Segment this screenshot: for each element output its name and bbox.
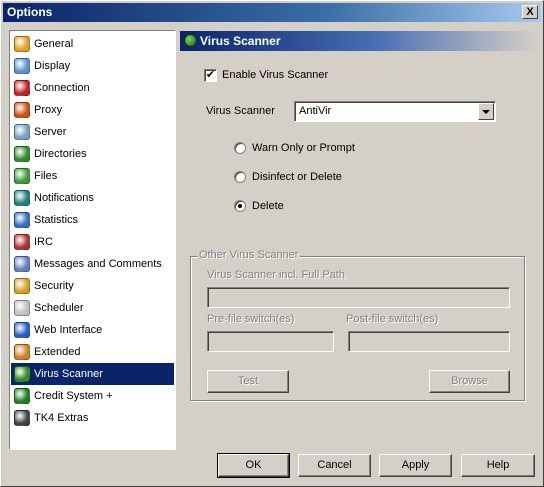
sidebar-item-credit-system[interactable]: Credit System +	[11, 385, 174, 407]
options-category-list: General Display Connection Proxy Server Direc…	[9, 30, 176, 450]
sidebar-item-label: Notifications	[34, 192, 94, 204]
sidebar-item-files[interactable]: Files	[11, 165, 174, 187]
pre-file-switch-field[interactable]	[207, 331, 334, 352]
virus-scanner-label: Virus Scanner	[206, 105, 275, 117]
irc-icon	[14, 234, 30, 250]
enable-virus-scanner-checkbox[interactable]: ✔	[204, 69, 217, 82]
sidebar-item-label: General	[34, 38, 74, 50]
sidebar-item-label: Credit System +	[34, 390, 113, 402]
sidebar-item-label: Messages and Comments	[34, 258, 162, 270]
options-window: Options X General Display Connection Proxy S…	[0, 0, 544, 487]
sidebar-item-web-interface[interactable]: Web Interface	[11, 319, 174, 341]
post-file-switch-label: Post-file switch(es)	[346, 313, 439, 325]
close-icon: X	[526, 6, 534, 18]
scanner-path-label: Virus Scanner incl. Full Path	[207, 269, 345, 281]
sidebar-item-label: Security	[34, 280, 74, 292]
sidebar-item-server[interactable]: Server	[11, 121, 174, 143]
sidebar-item-label: Directories	[34, 148, 87, 160]
sidebar-item-extended[interactable]: Extended	[11, 341, 174, 363]
sidebar-item-messages-and-comments[interactable]: Messages and Comments	[11, 253, 174, 275]
radio-disinfect-or-delete-label: Disinfect or Delete	[252, 171, 342, 183]
apply-button[interactable]: Apply	[379, 454, 452, 477]
sidebar-item-general[interactable]: General	[11, 33, 174, 55]
sidebar-item-scheduler[interactable]: Scheduler	[11, 297, 174, 319]
checkmark-icon: ✔	[205, 69, 216, 81]
folder-icon	[14, 146, 30, 162]
sidebar-item-label: Files	[34, 170, 58, 182]
browse-button[interactable]: Browse	[429, 370, 510, 393]
chevron-down-icon[interactable]	[478, 103, 494, 120]
credit-icon	[14, 388, 30, 404]
cancel-button[interactable]: Cancel	[298, 454, 371, 477]
sidebar-item-statistics[interactable]: Statistics	[11, 209, 174, 231]
panel-title: Virus Scanner	[200, 34, 281, 48]
plug-icon	[14, 80, 30, 96]
virus-scanner-icon	[14, 366, 30, 382]
sidebar-item-label: Scheduler	[34, 302, 84, 314]
sidebar-item-tk4-extras[interactable]: TK4 Extras	[11, 407, 174, 429]
notification-icon	[14, 190, 30, 206]
sidebar-item-virus-scanner[interactable]: Virus Scanner	[11, 363, 174, 385]
sidebar-item-label: Statistics	[34, 214, 79, 226]
radio-warn-only-label: Warn Only or Prompt	[252, 142, 355, 154]
extras-icon	[14, 410, 30, 426]
sidebar-item-label: Connection	[34, 82, 90, 94]
sidebar-item-directories[interactable]: Directories	[11, 143, 174, 165]
sidebar-item-label: Server	[34, 126, 67, 138]
panel-header: Virus Scanner	[180, 31, 538, 51]
extended-icon	[14, 344, 30, 360]
sidebar-item-notifications[interactable]: Notifications	[11, 187, 174, 209]
sidebar-item-connection[interactable]: Connection	[11, 77, 174, 99]
radio-delete[interactable]	[234, 200, 246, 212]
title-bar: Options X	[3, 3, 541, 22]
server-icon	[14, 124, 30, 140]
sidebar-item-label: IRC	[34, 236, 53, 248]
radio-disinfect-or-delete[interactable]	[234, 171, 246, 183]
sidebar-item-label: Virus Scanner	[34, 368, 103, 380]
window-title: Options	[7, 5, 53, 19]
statistics-icon	[14, 212, 30, 228]
calendar-icon	[14, 300, 30, 316]
files-icon	[14, 168, 30, 184]
sidebar-item-proxy[interactable]: Proxy	[11, 99, 174, 121]
test-button[interactable]: Test	[207, 370, 289, 393]
other-virus-scanner-legend: Other Virus Scanner	[197, 249, 301, 261]
globe-icon	[14, 322, 30, 338]
post-file-switch-field[interactable]	[348, 331, 510, 352]
proxy-icon	[14, 102, 30, 118]
virus-scanner-value: AntiVir	[299, 105, 332, 117]
sidebar-item-display[interactable]: Display	[11, 55, 174, 77]
virus-scanner-icon	[184, 34, 197, 47]
sidebar-item-label: Display	[34, 60, 71, 72]
radio-delete-label: Delete	[252, 200, 284, 212]
close-button[interactable]: X	[522, 5, 538, 19]
monitor-icon	[14, 58, 30, 74]
lock-icon	[14, 278, 30, 294]
help-button[interactable]: Help	[461, 454, 535, 477]
gear-icon	[14, 36, 30, 52]
sidebar-item-label: Web Interface	[34, 324, 103, 336]
sidebar-item-security[interactable]: Security	[11, 275, 174, 297]
sidebar-item-label: Extended	[34, 346, 81, 358]
ok-button[interactable]: OK	[217, 453, 290, 478]
radio-warn-only[interactable]	[234, 142, 246, 154]
virus-scanner-select[interactable]: AntiVir	[294, 101, 496, 122]
sidebar-item-irc[interactable]: IRC	[11, 231, 174, 253]
enable-virus-scanner-label: Enable Virus Scanner	[222, 69, 329, 81]
pre-file-switch-label: Pre-file switch(es)	[207, 313, 295, 325]
sidebar-item-label: TK4 Extras	[34, 412, 89, 424]
sidebar-item-label: Proxy	[34, 104, 63, 116]
scanner-path-field[interactable]	[207, 287, 510, 308]
messages-icon	[14, 256, 30, 272]
